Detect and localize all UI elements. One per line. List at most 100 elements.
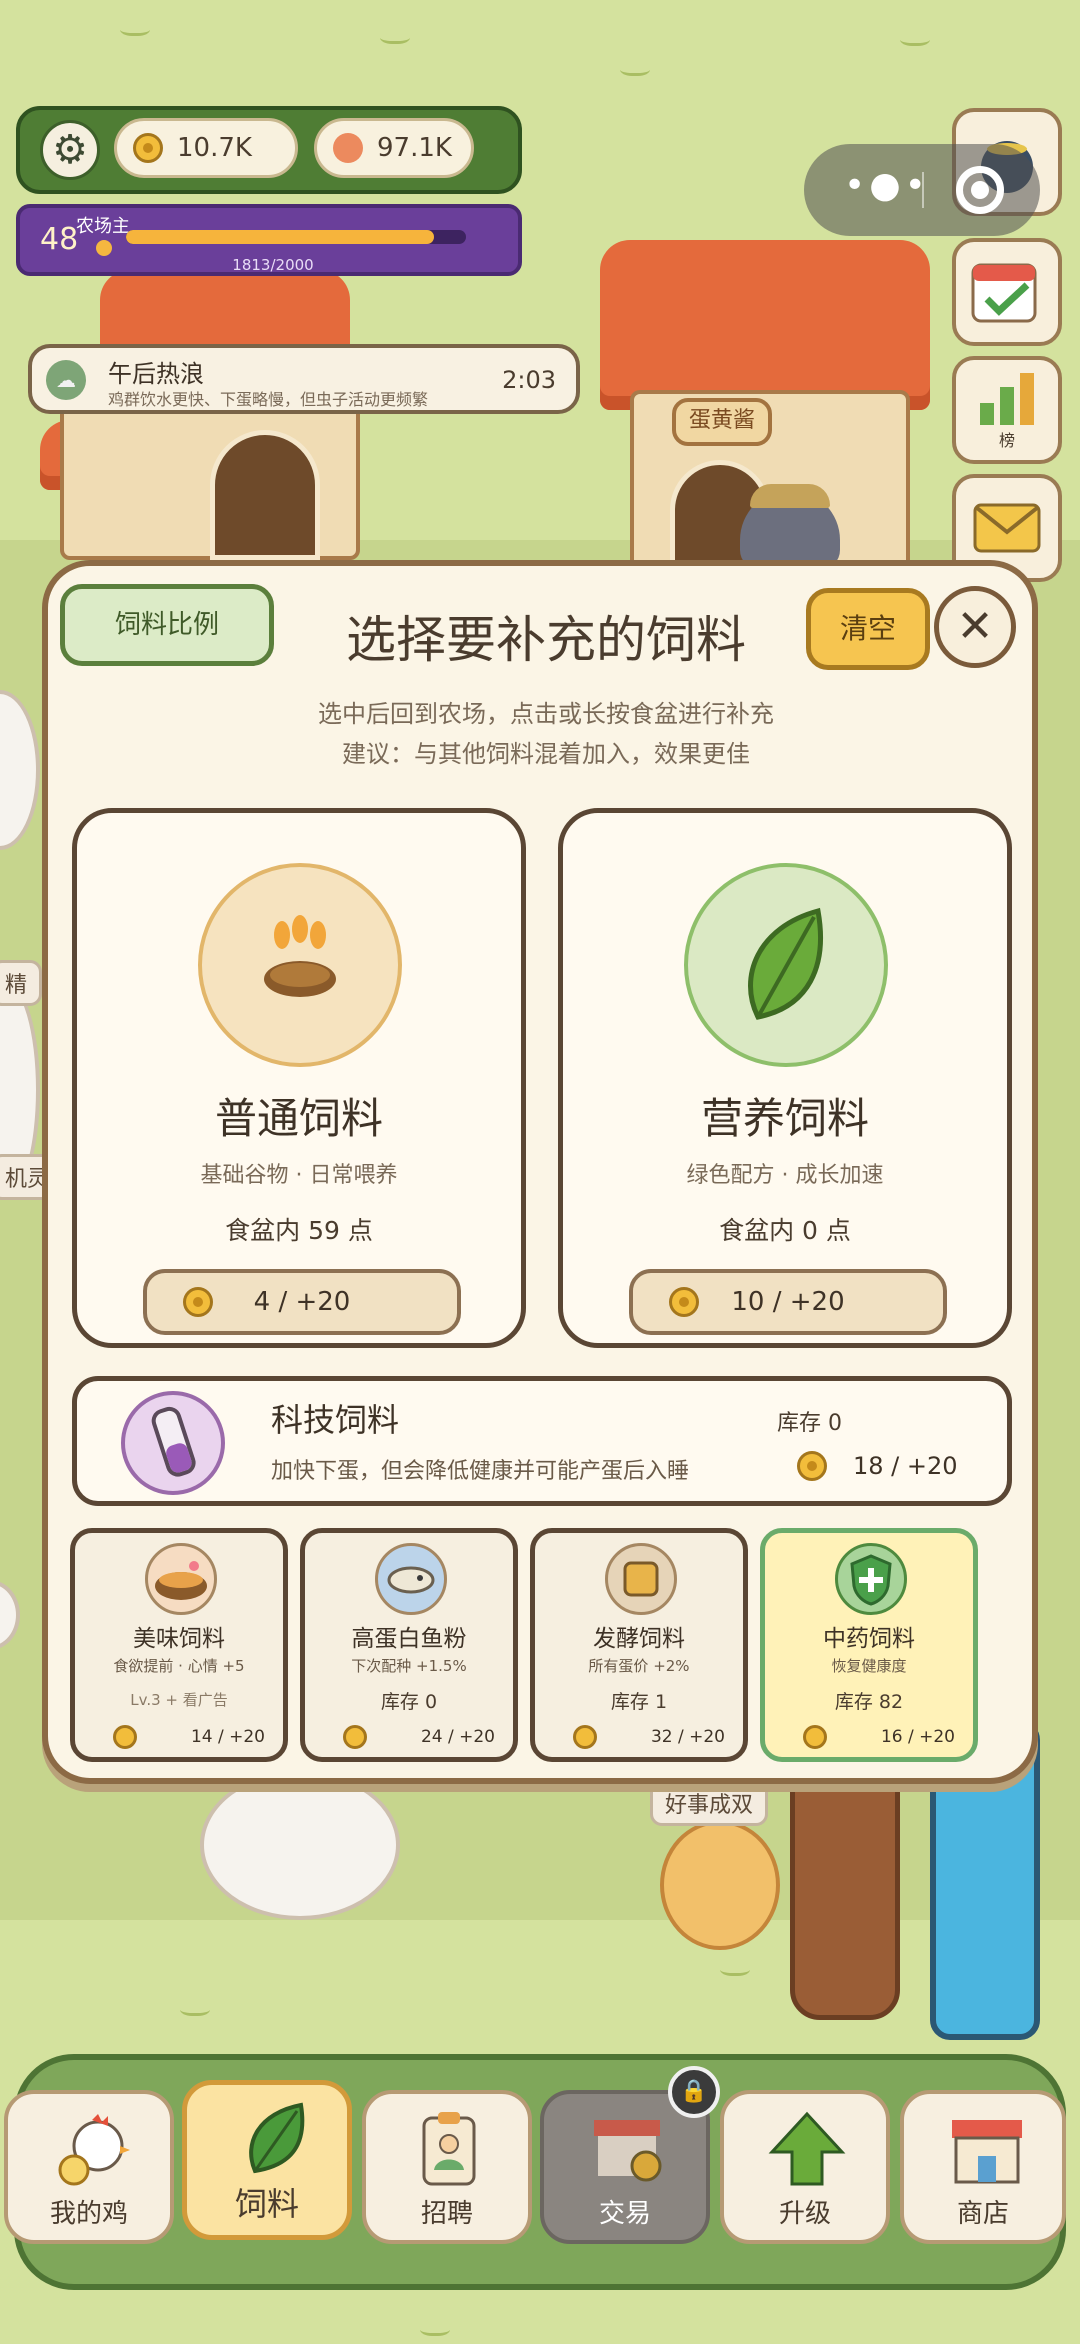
ferment-box-icon xyxy=(605,1543,677,1615)
feed-card-herbal[interactable]: 中药饲料 恢复健康度 库存 82 16 / +20 xyxy=(760,1528,978,1762)
weather-title: 午后热浪 xyxy=(108,360,204,388)
level-title: 农场主 xyxy=(76,216,130,237)
level-number: 48 xyxy=(40,222,79,257)
unlock-requirement: Lv.3 + 看广告 xyxy=(130,1691,228,1709)
level-panel[interactable]: 48 农场主 1813/2000 xyxy=(16,204,522,276)
grass-tuft xyxy=(620,60,650,76)
egg-house[interactable]: 蛋黄酱 xyxy=(590,240,950,570)
leaderboard-button[interactable]: 榜 xyxy=(952,356,1062,464)
feed-bowl-amount: 食盆内 59 点 xyxy=(225,1216,373,1245)
feed-buy-button[interactable]: 18 / +20 xyxy=(797,1451,958,1481)
settings-gear-icon[interactable]: ⚙ xyxy=(40,120,100,180)
bar-chart-icon xyxy=(980,373,1034,425)
coin-icon xyxy=(669,1287,699,1317)
feed-inventory: 库存 0 xyxy=(777,1411,842,1436)
clipboard-person-icon xyxy=(422,2112,476,2186)
up-arrow-icon xyxy=(768,2111,846,2186)
fish-icon xyxy=(375,1543,447,1615)
chicken[interactable] xyxy=(660,1820,780,1950)
clear-button[interactable]: 清空 xyxy=(806,588,930,670)
feed-price: 18 / +20 xyxy=(853,1452,958,1480)
house-sign: 蛋黄酱 xyxy=(672,398,772,446)
grain-feed-icon xyxy=(198,863,402,1067)
bowl-feed-icon xyxy=(145,1543,217,1615)
feed-description: 加快下蛋，但会降低健康并可能产蛋后入睡 xyxy=(271,1459,690,1484)
cloud-icon: ☁ xyxy=(46,360,86,400)
feed-buy-button[interactable]: 4 / +20 xyxy=(143,1269,461,1335)
weather-timer: 2:03 xyxy=(502,366,556,394)
nav-recruit[interactable]: 招聘 xyxy=(362,2090,532,2244)
nav-label: 招聘 xyxy=(420,2199,473,2229)
chicken-name-tag: 好事成双 xyxy=(650,1780,769,1826)
nav-label: 饲料 xyxy=(234,2185,299,2223)
feed-name: 发酵饲料 xyxy=(593,1626,685,1652)
feed-price[interactable]: 24 / +20 xyxy=(421,1727,495,1747)
exp-text: 1813/2000 xyxy=(232,256,314,274)
grass-tuft xyxy=(420,2320,450,2336)
feed-price[interactable]: 32 / +20 xyxy=(651,1727,725,1747)
nav-label: 商店 xyxy=(956,2199,1009,2229)
coin-icon xyxy=(803,1725,827,1749)
feed-price: 10 / +20 xyxy=(731,1287,845,1317)
feed-inventory: 库存 1 xyxy=(610,1691,668,1713)
coin-icon xyxy=(183,1287,213,1317)
feed-card-tasty[interactable]: 美味饲料 食欲提前 · 心情 +5 Lv.3 + 看广告 14 / +20 xyxy=(70,1528,288,1762)
feed-buy-button[interactable]: 10 / +20 xyxy=(629,1269,947,1335)
grass-tuft xyxy=(720,1960,750,1976)
chicken[interactable] xyxy=(200,1770,400,1920)
feed-name: 营养饲料 xyxy=(700,1094,869,1143)
grass-tuft xyxy=(120,20,150,36)
nav-label: 升级 xyxy=(778,2199,831,2229)
capsule-divider xyxy=(922,172,924,208)
feed-effect: 食欲提前 · 心情 +5 xyxy=(113,1657,245,1675)
chicken-name-tag: 精 xyxy=(0,960,43,1006)
coin-counter[interactable]: 10.7K xyxy=(114,118,298,178)
feed-card-tech[interactable]: 科技饲料 加快下蛋，但会降低健康并可能产蛋后入睡 库存 0 18 / +20 xyxy=(72,1376,1012,1506)
storage-hut xyxy=(40,270,400,570)
nav-trade[interactable]: 🔒 交易 xyxy=(540,2066,720,2244)
more-dots-icon[interactable]: •●• xyxy=(844,166,930,206)
gem-counter[interactable]: 97.1K xyxy=(314,118,474,178)
feed-price[interactable]: 14 / +20 xyxy=(191,1727,265,1747)
calendar-check-icon xyxy=(971,263,1037,323)
weather-banner[interactable]: ☁ 午后热浪 鸡群饮水更快、下蛋略慢，但虫子活动更频繁 2:03 xyxy=(28,344,580,414)
feed-card-normal[interactable]: 普通饲料 基础谷物 · 日常喂养 食盆内 59 点 4 / +20 xyxy=(72,808,526,1348)
grass-tuft xyxy=(900,30,930,46)
shop-stall-icon xyxy=(594,2120,662,2182)
close-icon[interactable]: ✕ xyxy=(934,586,1016,668)
feed-name: 高蛋白鱼粉 xyxy=(351,1626,467,1652)
exp-progress-fill xyxy=(126,230,435,244)
nav-shop[interactable]: 商店 xyxy=(900,2090,1066,2244)
nav-upgrade[interactable]: 升级 xyxy=(720,2090,890,2244)
close-miniprogram-icon[interactable] xyxy=(956,166,1004,214)
nav-label: 我的鸡 xyxy=(49,2199,128,2229)
checkin-button[interactable] xyxy=(952,238,1062,346)
feed-card-fermented[interactable]: 发酵饲料 所有蛋价 +2% 库存 1 32 / +20 xyxy=(530,1528,748,1762)
dialog-tip: 建议：与其他饲料混着加入，效果更佳 xyxy=(342,740,750,768)
resource-bar: ⚙ 10.7K 97.1K xyxy=(16,106,522,194)
coin-icon xyxy=(797,1451,827,1481)
grass-tuft xyxy=(180,2000,210,2016)
leaf-feed-icon xyxy=(684,863,888,1067)
feed-card-nutrition[interactable]: 营养饲料 绿色配方 · 成长加速 食盆内 0 点 10 / +20 xyxy=(558,808,1012,1348)
nav-feed[interactable]: 饲料 xyxy=(182,2080,352,2240)
exp-progress-bar xyxy=(126,230,466,244)
coin-icon xyxy=(113,1725,137,1749)
feed-price[interactable]: 16 / +20 xyxy=(881,1727,955,1747)
feed-name: 普通饲料 xyxy=(214,1094,383,1143)
grass-tuft xyxy=(380,28,410,44)
feed-description: 绿色配方 · 成长加速 xyxy=(686,1163,884,1188)
coin-icon xyxy=(133,133,163,163)
feed-name: 美味饲料 xyxy=(133,1626,225,1652)
nav-my-chickens[interactable]: 我的鸡 xyxy=(4,2090,174,2244)
feed-effect: 下次配种 +1.5% xyxy=(351,1657,467,1675)
feed-effect: 恢复健康度 xyxy=(831,1657,907,1675)
weather-description: 鸡群饮水更快、下蛋略慢，但虫子活动更频繁 xyxy=(108,390,429,409)
feed-price: 4 / +20 xyxy=(253,1287,351,1317)
herbal-shield-icon xyxy=(835,1543,907,1615)
miniprogram-capsule: •●• xyxy=(804,144,1040,236)
feed-card-fishmeal[interactable]: 高蛋白鱼粉 下次配种 +1.5% 库存 0 24 / +20 xyxy=(300,1528,518,1762)
gem-icon xyxy=(333,133,363,163)
level-dot-icon xyxy=(96,240,112,256)
feed-name: 科技饲料 xyxy=(271,1401,400,1439)
